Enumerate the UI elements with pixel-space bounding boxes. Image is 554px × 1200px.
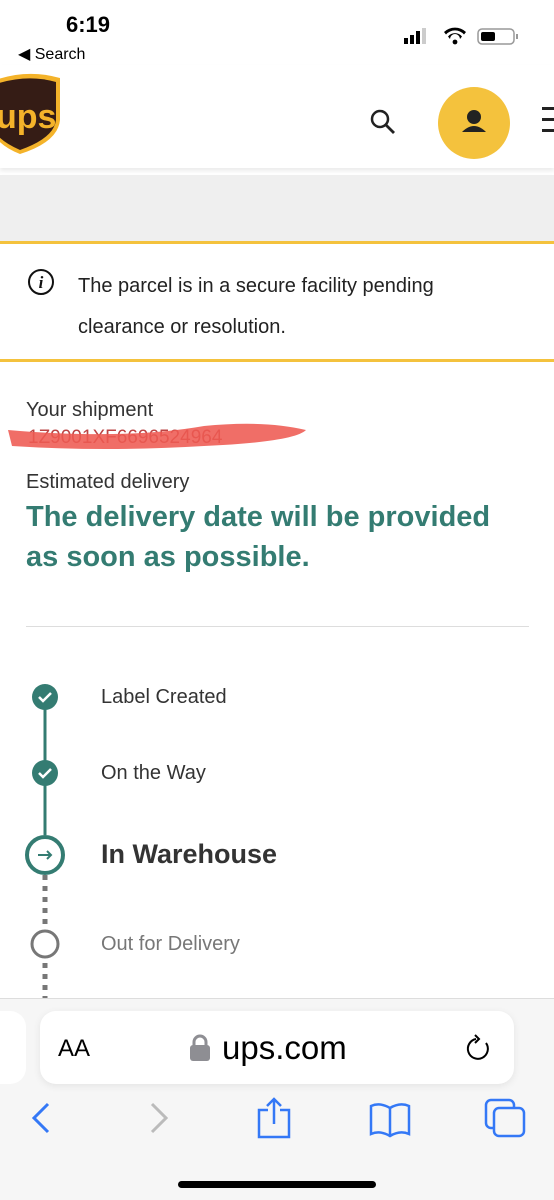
arrow-right-icon — [25, 835, 65, 875]
info-icon: i — [28, 269, 54, 295]
forward-icon[interactable] — [146, 1100, 172, 1136]
estimated-delivery: The delivery date will be provided as so… — [26, 501, 491, 573]
progress-track — [25, 684, 65, 1000]
alert-message: The parcel is in a secure facility pendi… — [78, 275, 434, 338]
divider — [26, 626, 529, 627]
share-icon[interactable] — [256, 1096, 292, 1140]
svg-text:i: i — [39, 273, 44, 292]
check-icon — [32, 684, 58, 710]
step-label-created: Label Created — [101, 686, 227, 708]
ups-logo[interactable]: ups — [0, 70, 64, 158]
back-to-search[interactable]: ◀ Search — [18, 44, 85, 64]
status-icons — [404, 27, 518, 45]
signal-icon — [404, 28, 426, 44]
tabs-icon[interactable] — [484, 1098, 528, 1140]
step-out-for-delivery: Out for Delivery — [101, 933, 240, 955]
account-button[interactable] — [438, 87, 510, 159]
battery-icon — [477, 28, 518, 45]
previous-tab-bar[interactable] — [0, 1011, 26, 1084]
step-in-warehouse: In Warehouse — [101, 839, 278, 869]
estimated-label: Estimated delivery — [26, 471, 190, 493]
check-icon — [32, 760, 58, 786]
pending-circle-icon — [30, 929, 60, 959]
step-on-the-way: On the Way — [101, 762, 206, 784]
text-size-button[interactable]: AA — [58, 1035, 90, 1063]
url-text[interactable]: ups.com — [222, 1029, 347, 1067]
status-time: 6:19 — [66, 12, 111, 37]
bookmarks-icon[interactable] — [368, 1100, 412, 1138]
wifi-icon — [444, 27, 466, 45]
search-icon[interactable] — [369, 108, 397, 136]
user-icon — [462, 110, 486, 132]
redaction-mark — [8, 423, 306, 449]
reload-icon[interactable] — [464, 1033, 494, 1063]
svg-text:ups: ups — [0, 98, 56, 136]
home-indicator — [178, 1181, 376, 1188]
address-bar[interactable]: AA ups.com — [40, 1011, 514, 1084]
back-icon[interactable] — [28, 1100, 54, 1136]
lock-icon — [190, 1034, 210, 1061]
gray-band — [0, 175, 554, 241]
menu-icon[interactable] — [540, 105, 554, 135]
